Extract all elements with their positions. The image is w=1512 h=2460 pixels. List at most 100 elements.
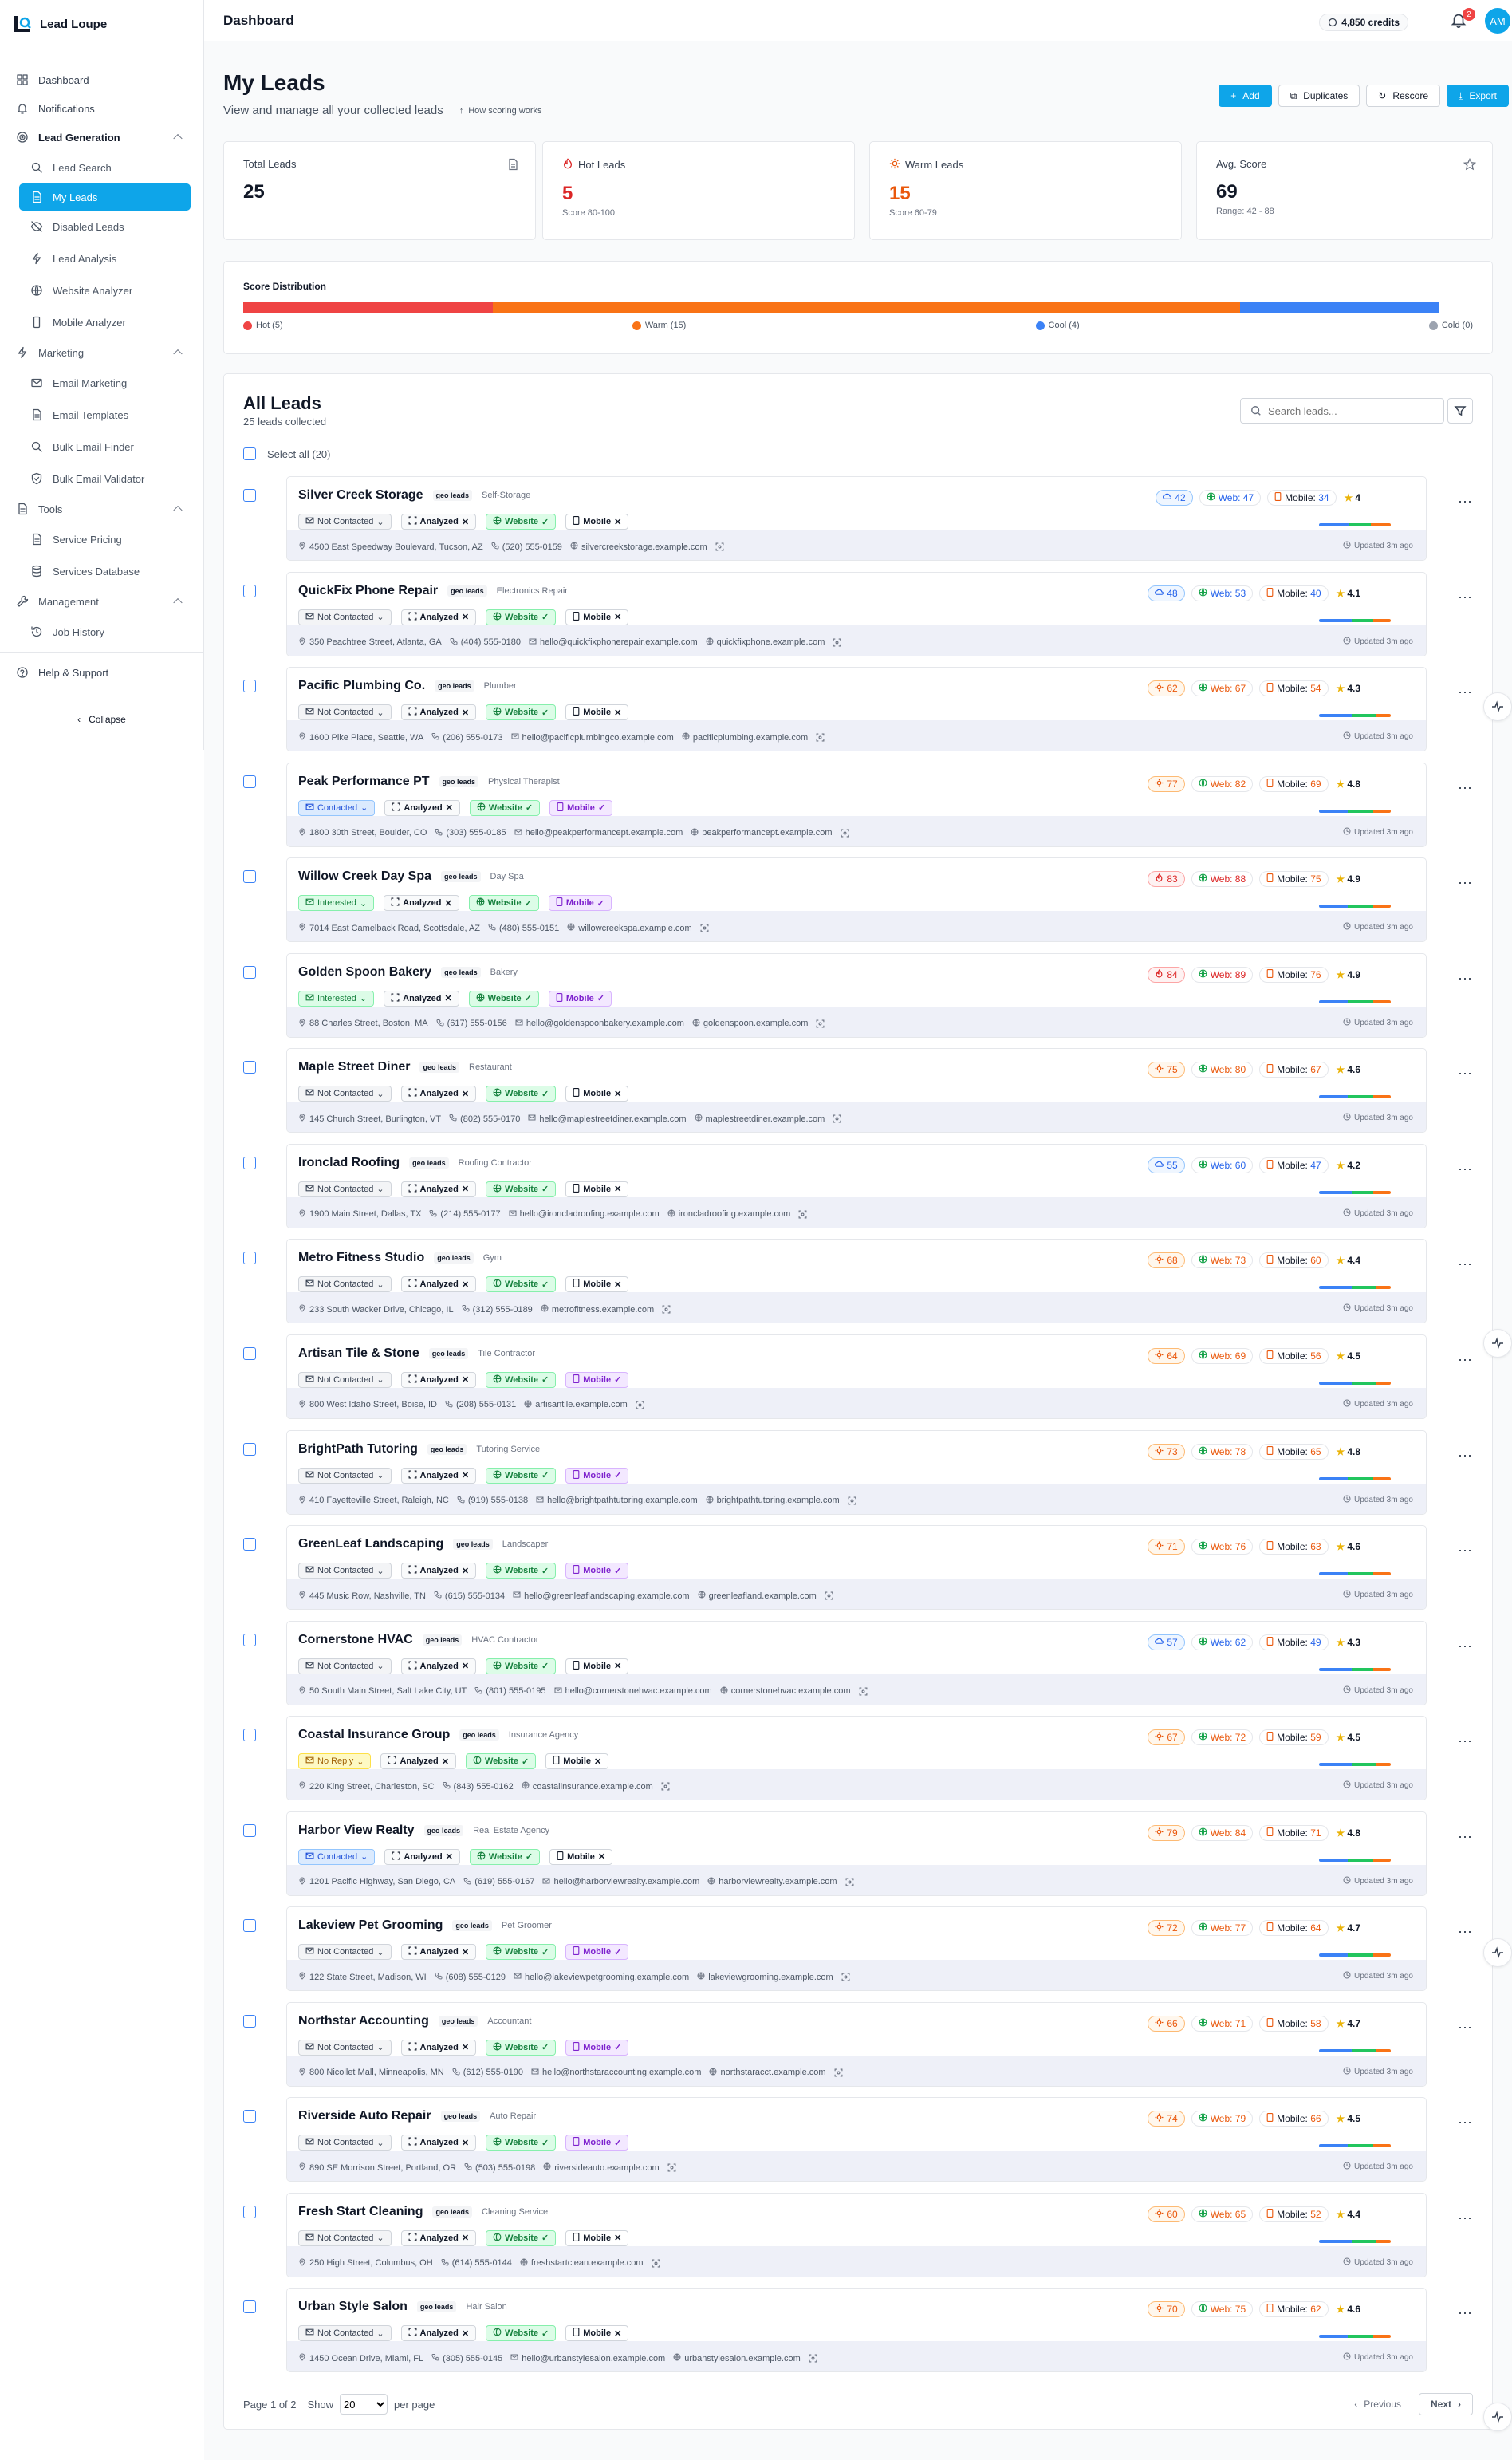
website-chip[interactable]: Website ✓ bbox=[486, 1658, 557, 1674]
website-chip[interactable]: Website ✓ bbox=[468, 990, 539, 1007]
mobile-chip[interactable]: Mobile ✕ bbox=[565, 2229, 629, 2246]
analyzed-chip[interactable]: Analyzed ✕ bbox=[400, 1467, 477, 1484]
search-input[interactable] bbox=[1268, 404, 1427, 417]
mobile-chip[interactable]: Mobile ✕ bbox=[565, 2325, 629, 2342]
lead-email[interactable]: hello@goldenspoonbakery.example.com bbox=[515, 1019, 684, 1029]
lead-name[interactable]: Peak Performance PT bbox=[298, 775, 430, 789]
row-checkbox[interactable] bbox=[243, 1442, 256, 1456]
lead-name[interactable]: Pacific Plumbing Co. bbox=[298, 679, 425, 693]
website-chip[interactable]: Website ✓ bbox=[486, 2229, 557, 2246]
activity-fab[interactable] bbox=[1483, 1329, 1512, 1358]
sidebar-item-lead-analysis[interactable]: Lead Analysis bbox=[0, 242, 203, 274]
status-dropdown[interactable]: Not Contacted ⌄ bbox=[298, 1276, 392, 1293]
status-dropdown[interactable]: Not Contacted ⌄ bbox=[298, 2229, 392, 2246]
filter-button[interactable] bbox=[1447, 398, 1473, 424]
analyzed-chip[interactable]: Analyzed ✕ bbox=[400, 2039, 477, 2056]
website-chip[interactable]: Website ✓ bbox=[469, 799, 541, 816]
lead-card[interactable]: Cornerstone HVAC geo leads HVAC Contractor… bbox=[286, 1620, 1427, 1705]
lead-phone[interactable]: (312) 555-0189 bbox=[462, 1304, 533, 1315]
mobile-chip[interactable]: Mobile ✓ bbox=[565, 1563, 629, 1579]
status-dropdown[interactable]: No Reply ⌄ bbox=[298, 1753, 372, 1770]
lead-website[interactable]: maplestreetdiner.example.com bbox=[695, 1114, 825, 1124]
row-checkbox[interactable] bbox=[243, 870, 256, 884]
lead-card[interactable]: Ironclad Roofing geo leads Roofing Contrac… bbox=[286, 1143, 1427, 1228]
lead-name[interactable]: Artisan Tile & Stone bbox=[298, 1346, 419, 1361]
lead-website[interactable]: quickfixphone.example.com bbox=[706, 637, 825, 648]
analyzed-chip[interactable]: Analyzed ✕ bbox=[400, 1944, 477, 1961]
lead-card[interactable]: Peak Performance PT geo leads Physical The… bbox=[286, 762, 1427, 847]
lead-name[interactable]: Willow Creek Day Spa bbox=[298, 869, 431, 884]
lead-email[interactable]: hello@pacificplumbingco.example.com bbox=[511, 732, 674, 743]
scan-icon[interactable] bbox=[841, 1973, 850, 1981]
lead-card[interactable]: Artisan Tile & Stone geo leads Tile Contra… bbox=[286, 1334, 1427, 1419]
lead-name[interactable]: Coastal Insurance Group bbox=[298, 1728, 450, 1742]
more-options-icon[interactable]: ⋯ bbox=[1458, 2115, 1473, 2131]
lead-email[interactable]: hello@ironcladroofing.example.com bbox=[509, 1209, 660, 1220]
status-dropdown[interactable]: Interested ⌄ bbox=[298, 895, 375, 912]
website-chip[interactable]: Website ✓ bbox=[486, 514, 557, 530]
website-chip[interactable]: Website ✓ bbox=[486, 2135, 557, 2151]
analyzed-chip[interactable]: Analyzed ✕ bbox=[384, 990, 459, 1007]
lead-email[interactable]: hello@maplestreetdiner.example.com bbox=[528, 1114, 687, 1124]
status-dropdown[interactable]: Not Contacted ⌄ bbox=[298, 1181, 392, 1197]
analyzed-chip[interactable]: Analyzed ✕ bbox=[400, 1371, 477, 1388]
lead-card[interactable]: Urban Style Salon geo leads Hair Salon Not … bbox=[286, 2288, 1427, 2373]
sidebar-item-email-marketing[interactable]: Email Marketing bbox=[0, 367, 203, 399]
mobile-chip[interactable]: Mobile ✓ bbox=[548, 990, 612, 1007]
lead-card[interactable]: Metro Fitness Studio geo leads Gym Not Cont… bbox=[286, 1239, 1427, 1324]
export-button[interactable]: ⤓ Export bbox=[1447, 85, 1509, 107]
notifications-button[interactable]: 2 bbox=[1450, 8, 1475, 30]
analyzed-chip[interactable]: Analyzed ✕ bbox=[384, 895, 459, 912]
website-chip[interactable]: Website ✓ bbox=[465, 1753, 537, 1770]
status-dropdown[interactable]: Not Contacted ⌄ bbox=[298, 2325, 392, 2342]
lead-email[interactable]: hello@brightpathtutoring.example.com bbox=[536, 1496, 698, 1506]
scan-icon[interactable] bbox=[798, 1210, 807, 1219]
brand[interactable]: Lead Loupe bbox=[0, 0, 203, 49]
scan-icon[interactable] bbox=[667, 2163, 676, 2172]
lead-phone[interactable]: (619) 555-0167 bbox=[463, 1877, 534, 1887]
activity-fab[interactable] bbox=[1483, 2403, 1512, 2431]
select-all-checkbox[interactable] bbox=[243, 447, 256, 460]
scan-icon[interactable] bbox=[636, 1401, 644, 1409]
add-button[interactable]: + Add bbox=[1219, 85, 1272, 107]
row-checkbox[interactable] bbox=[243, 1729, 256, 1742]
row-checkbox[interactable] bbox=[243, 1919, 256, 1933]
lead-name[interactable]: Silver Creek Storage bbox=[298, 488, 423, 503]
page-size-select[interactable]: 102050 bbox=[340, 2394, 388, 2415]
status-dropdown[interactable]: Contacted ⌄ bbox=[298, 799, 376, 816]
more-options-icon[interactable]: ⋯ bbox=[1458, 1161, 1473, 1178]
lead-website[interactable]: freshstartclean.example.com bbox=[520, 2258, 644, 2269]
status-dropdown[interactable]: Not Contacted ⌄ bbox=[298, 1467, 392, 1484]
sidebar-item-help-support[interactable]: Help & Support bbox=[0, 658, 203, 687]
row-checkbox[interactable] bbox=[243, 1346, 256, 1360]
analyzed-chip[interactable]: Analyzed ✕ bbox=[400, 2325, 477, 2342]
lead-name[interactable]: Metro Fitness Studio bbox=[298, 1251, 424, 1265]
analyzed-chip[interactable]: Analyzed ✕ bbox=[400, 1181, 477, 1197]
lead-website[interactable]: artisantile.example.com bbox=[524, 1400, 628, 1410]
website-chip[interactable]: Website ✓ bbox=[486, 1944, 557, 1961]
analyzed-chip[interactable]: Analyzed ✕ bbox=[400, 1276, 477, 1293]
website-chip[interactable]: Website ✓ bbox=[486, 1181, 557, 1197]
lead-card[interactable]: BrightPath Tutoring geo leads Tutoring Ser… bbox=[286, 1429, 1427, 1515]
lead-name[interactable]: Northstar Accounting bbox=[298, 2014, 429, 2028]
scan-icon[interactable] bbox=[661, 1782, 670, 1791]
scan-icon[interactable] bbox=[859, 1687, 868, 1696]
more-options-icon[interactable]: ⋯ bbox=[1458, 875, 1473, 892]
analyzed-chip[interactable]: Analyzed ✕ bbox=[400, 2135, 477, 2151]
rescore-button[interactable]: ↻ Rescore bbox=[1366, 85, 1440, 107]
scan-icon[interactable] bbox=[715, 542, 724, 551]
row-checkbox[interactable] bbox=[243, 1633, 256, 1646]
more-options-icon[interactable]: ⋯ bbox=[1458, 1924, 1473, 1941]
lead-card[interactable]: Pacific Plumbing Co. geo leads Plumber Not … bbox=[286, 667, 1427, 752]
more-options-icon[interactable]: ⋯ bbox=[1458, 589, 1473, 606]
lead-name[interactable]: BrightPath Tutoring bbox=[298, 1442, 418, 1457]
analyzed-chip[interactable]: Analyzed ✕ bbox=[400, 514, 477, 530]
lead-website[interactable]: willowcreekspa.example.com bbox=[567, 923, 692, 933]
website-chip[interactable]: Website ✓ bbox=[486, 609, 557, 625]
status-dropdown[interactable]: Not Contacted ⌄ bbox=[298, 2135, 392, 2151]
status-dropdown[interactable]: Not Contacted ⌄ bbox=[298, 1563, 392, 1579]
analyzed-chip[interactable]: Analyzed ✕ bbox=[400, 704, 477, 721]
status-dropdown[interactable]: Not Contacted ⌄ bbox=[298, 1658, 392, 1674]
status-dropdown[interactable]: Not Contacted ⌄ bbox=[298, 609, 392, 625]
row-checkbox[interactable] bbox=[243, 1538, 256, 1551]
